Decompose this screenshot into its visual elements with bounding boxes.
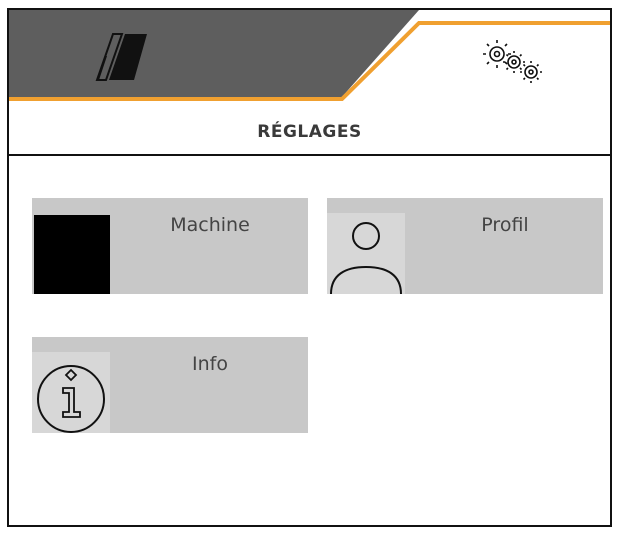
person-icon [327, 213, 405, 295]
page-title: RÉGLAGES [257, 122, 362, 142]
settings-screen: RÉGLAGES Machine Profil Info [7, 8, 612, 527]
machine-button[interactable]: Machine [32, 198, 308, 294]
profile-label: Profil [481, 214, 529, 236]
tab-settings[interactable] [409, 10, 610, 100]
info-icon [32, 352, 110, 433]
machine-label: Machine [170, 214, 250, 236]
info-label: Info [192, 353, 228, 375]
profile-button[interactable]: Profil [327, 198, 603, 295]
machine-icon [32, 213, 110, 294]
tab-bar [9, 10, 610, 110]
tab-machine[interactable] [9, 10, 399, 100]
title-divider [9, 154, 610, 156]
info-button[interactable]: Info [32, 337, 308, 433]
